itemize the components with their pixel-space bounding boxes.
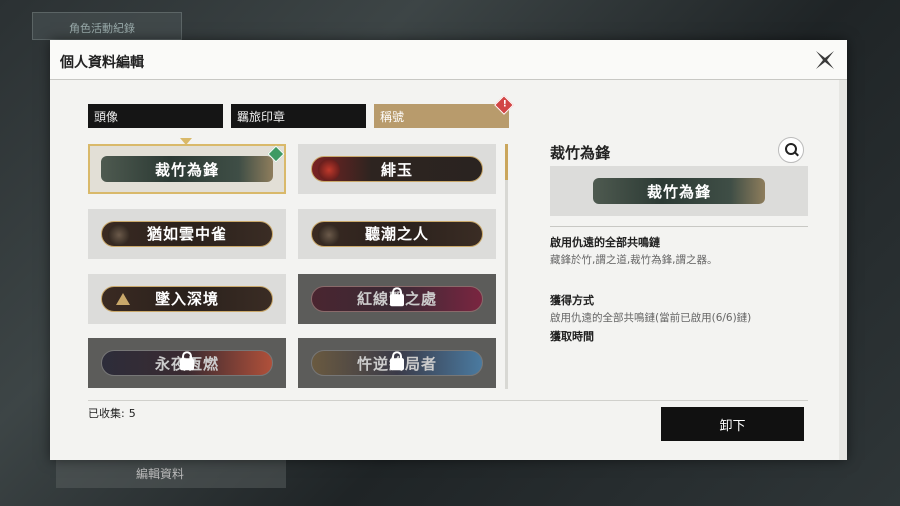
collected-count: 已收集: 5	[88, 405, 136, 421]
scrollbar-thumb[interactable]	[505, 144, 508, 180]
lock-icon	[390, 286, 404, 306]
obtain-text: 啟用仇遠的全部共鳴鏈(當前已啟用(6/6)鏈)	[550, 312, 752, 324]
title-card[interactable]: 猶如雲中雀	[88, 208, 286, 259]
modal-title: 個人資料編輯	[60, 55, 144, 71]
title-grid: 裁竹為鋒 緋玉 猶如雲中雀 聽潮之人 墜入深境	[88, 138, 498, 389]
detail-title: 裁竹為鋒	[550, 144, 611, 162]
footer-divider	[88, 400, 808, 401]
title-card-label: 墜入深境	[154, 290, 219, 308]
title-card-label: 聽潮之人	[364, 225, 429, 244]
collected-number: 5	[128, 407, 136, 420]
title-card[interactable]: 緋玉	[298, 144, 496, 194]
modal-side-strip	[839, 80, 847, 460]
close-button[interactable]	[809, 44, 841, 76]
detail-preview-banner: 裁竹為鋒	[593, 178, 765, 204]
background-edit-button: 編輯資料	[56, 456, 286, 488]
close-x-icon	[816, 51, 834, 69]
title-card[interactable]: 聽潮之人	[298, 208, 496, 259]
tab-avatar-label: 頭像	[94, 110, 119, 124]
tab-seal[interactable]: 羈旅印章	[231, 104, 366, 128]
title-card-label: 猶如雲中雀	[146, 225, 227, 244]
title-banner: 猶如雲中雀	[101, 220, 273, 247]
title-banner: 聽潮之人	[311, 220, 483, 247]
title-banner: 墜入深境	[101, 285, 273, 312]
title-banner: 忤逆終局者	[311, 350, 483, 377]
modal-header: 個人資料編輯	[50, 40, 847, 80]
profile-edit-modal: 個人資料編輯 頭像 羈旅印章 稱號 裁竹為鋒	[50, 40, 847, 460]
title-banner: 緋玉	[311, 156, 483, 182]
triangle-emblem-icon	[116, 292, 130, 305]
title-card-locked[interactable]: 紅線繫之處	[298, 273, 496, 324]
selected-arrow-icon	[180, 138, 192, 145]
tab-avatar[interactable]: 頭像	[88, 104, 223, 128]
character-emblem-icon	[318, 223, 340, 246]
alert-badge-icon	[494, 95, 514, 115]
title-banner: 永夜恆燃	[101, 350, 273, 377]
character-emblem-icon	[318, 159, 340, 181]
title-card-label: 裁竹為鋒	[154, 160, 219, 179]
tab-title[interactable]: 稱號	[374, 95, 514, 128]
title-banner: 裁竹為鋒	[101, 156, 273, 182]
background-activity-tab: 角色活動紀錄	[32, 12, 182, 40]
search-icon[interactable]	[778, 137, 804, 163]
detail-preview-label: 裁竹為鋒	[646, 182, 711, 201]
flavor-text: 藏鋒於竹,謂之道,裁竹為鋒,謂之器。	[550, 254, 718, 266]
grid-scrollbar[interactable]	[505, 144, 508, 389]
background-activity-label: 角色活動紀錄	[69, 22, 135, 35]
detail-preview: 裁竹為鋒	[550, 166, 808, 216]
tab-seal-label: 羈旅印章	[237, 110, 286, 124]
obtain-heading: 獲得方式	[550, 294, 594, 307]
collected-label: 已收集:	[88, 407, 125, 420]
time-heading: 獲取時間	[550, 330, 594, 343]
title-card[interactable]: 墜入深境	[88, 273, 286, 324]
title-card-locked[interactable]: 忤逆終局者	[298, 338, 496, 389]
title-banner: 紅線繫之處	[311, 285, 483, 312]
tab-title-label: 稱號	[380, 110, 405, 124]
lock-icon	[180, 351, 194, 371]
detail-divider	[550, 226, 808, 227]
condition-heading: 啟用仇遠的全部共鳴鏈	[550, 236, 660, 249]
lock-icon	[390, 351, 404, 371]
background-edit-label: 編輯資料	[136, 467, 185, 481]
title-card-label: 緋玉	[380, 160, 413, 179]
character-emblem-icon	[108, 223, 130, 246]
unequip-button[interactable]: 卸下	[661, 407, 804, 441]
tab-bar: 頭像 羈旅印章 稱號	[88, 95, 514, 128]
unequip-label: 卸下	[719, 418, 746, 434]
title-card-locked[interactable]: 永夜恆燃	[88, 338, 286, 389]
title-card[interactable]: 裁竹為鋒	[88, 138, 286, 194]
